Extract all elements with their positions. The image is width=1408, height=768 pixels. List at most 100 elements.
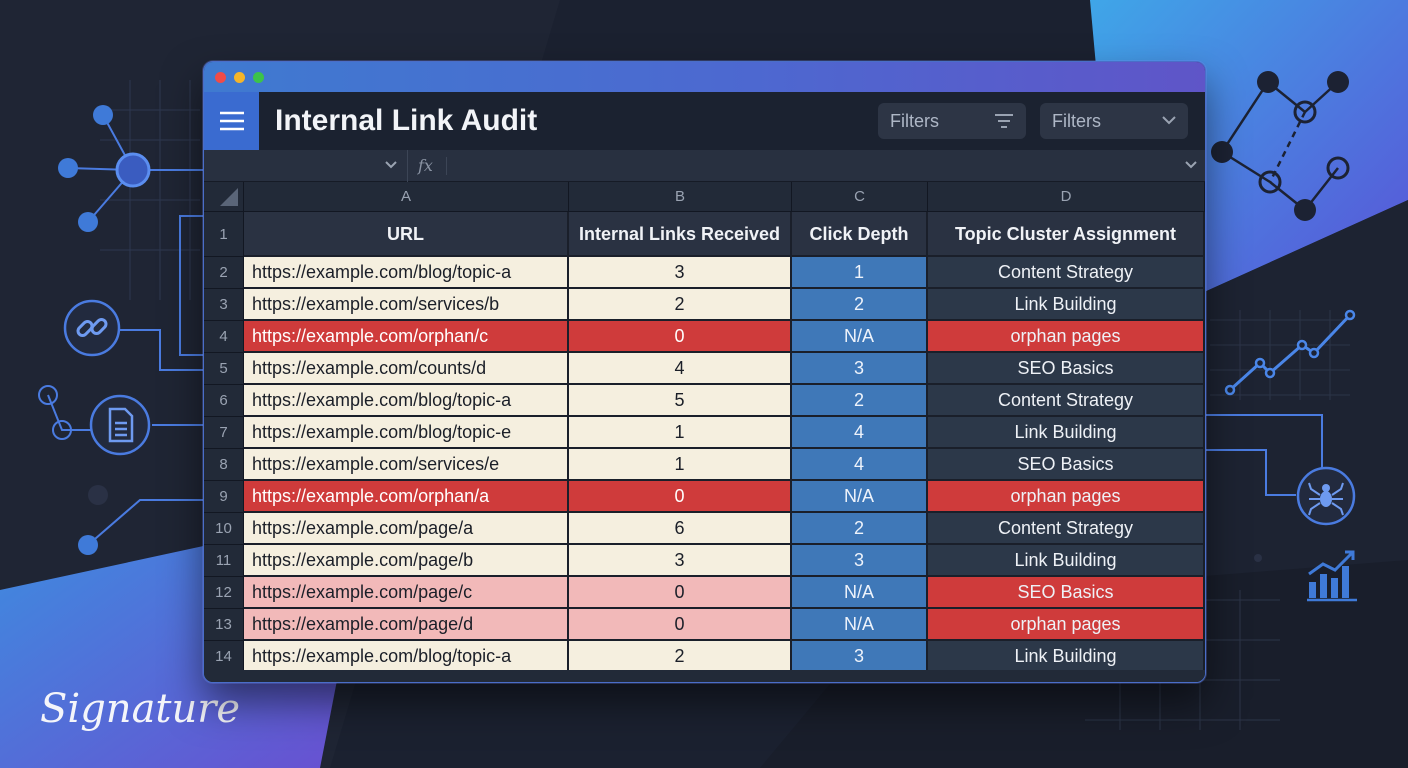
url-cell[interactable]: https://example.com/blog/topic-a xyxy=(244,257,569,289)
select-all-icon xyxy=(220,188,238,206)
row-number[interactable]: 11 xyxy=(204,545,244,577)
cluster-cell[interactable]: SEO Basics xyxy=(928,353,1205,385)
row-number[interactable]: 1 xyxy=(204,212,244,257)
maximize-window-button[interactable] xyxy=(253,72,264,83)
formula-input[interactable] xyxy=(454,150,1164,182)
url-cell[interactable]: https://example.com/page/a xyxy=(244,513,569,545)
row-number[interactable]: 7 xyxy=(204,417,244,449)
minimize-window-button[interactable] xyxy=(234,72,245,83)
url-cell[interactable]: https://example.com/blog/topic-a xyxy=(244,641,569,673)
cluster-cell[interactable]: Content Strategy xyxy=(928,513,1205,545)
grid-footer xyxy=(204,670,1205,682)
filters-dropdown-label: Filters xyxy=(1052,110,1101,131)
depth-cell[interactable]: 3 xyxy=(792,353,928,385)
cluster-cell[interactable]: Content Strategy xyxy=(928,257,1205,289)
row-number[interactable]: 10 xyxy=(204,513,244,545)
url-cell[interactable]: https://example.com/services/e xyxy=(244,449,569,481)
depth-cell[interactable]: 3 xyxy=(792,545,928,577)
links-cell[interactable]: 0 xyxy=(569,321,792,353)
url-cell[interactable]: https://example.com/blog/topic-a xyxy=(244,385,569,417)
url-cell[interactable]: https://example.com/services/b xyxy=(244,289,569,321)
cluster-cell[interactable]: Content Strategy xyxy=(928,385,1205,417)
depth-cell[interactable]: 2 xyxy=(792,289,928,321)
formula-separator xyxy=(446,157,447,175)
signature-text: Signature xyxy=(40,686,240,732)
close-window-button[interactable] xyxy=(215,72,226,83)
links-cell[interactable]: 6 xyxy=(569,513,792,545)
depth-cell[interactable]: 2 xyxy=(792,385,928,417)
cluster-cell[interactable]: Link Building xyxy=(928,289,1205,321)
cluster-cell[interactable]: Link Building xyxy=(928,641,1205,673)
line-chart-icon xyxy=(1224,309,1356,396)
links-cell[interactable]: 0 xyxy=(569,609,792,641)
topic-cluster-header[interactable]: Topic Cluster Assignment xyxy=(928,212,1205,257)
filter-icon xyxy=(995,114,1013,128)
depth-cell[interactable]: N/A xyxy=(792,481,928,513)
bar-chart-icon xyxy=(1307,550,1357,602)
url-cell[interactable]: https://example.com/orphan/a xyxy=(244,481,569,513)
column-header-c[interactable]: C xyxy=(792,182,928,212)
depth-cell[interactable]: N/A xyxy=(792,321,928,353)
url-cell[interactable]: https://example.com/page/b xyxy=(244,545,569,577)
internal-links-header[interactable]: Internal Links Received xyxy=(569,212,792,257)
url-cell[interactable]: https://example.com/page/d xyxy=(244,609,569,641)
click-depth-header[interactable]: Click Depth xyxy=(792,212,928,257)
row-number[interactable]: 4 xyxy=(204,321,244,353)
row-number[interactable]: 9 xyxy=(204,481,244,513)
link-icon xyxy=(63,299,121,357)
depth-cell[interactable]: 2 xyxy=(792,513,928,545)
chevron-down-icon xyxy=(1162,116,1176,125)
links-cell[interactable]: 2 xyxy=(569,641,792,673)
row-number[interactable]: 3 xyxy=(204,289,244,321)
select-all-corner[interactable] xyxy=(204,182,244,212)
depth-cell[interactable]: 3 xyxy=(792,641,928,673)
links-cell[interactable]: 3 xyxy=(569,545,792,577)
links-cell[interactable]: 5 xyxy=(569,385,792,417)
row-number[interactable]: 12 xyxy=(204,577,244,609)
url-cell[interactable]: https://example.com/orphan/c xyxy=(244,321,569,353)
formula-bar: fx xyxy=(204,150,1205,182)
filters-label: Filters xyxy=(890,110,939,131)
spider-icon xyxy=(1296,466,1356,526)
links-cell[interactable]: 0 xyxy=(569,577,792,609)
depth-cell[interactable]: 4 xyxy=(792,449,928,481)
links-cell[interactable]: 0 xyxy=(569,481,792,513)
cluster-cell[interactable]: orphan pages xyxy=(928,609,1205,641)
cluster-cell[interactable]: Link Building xyxy=(928,545,1205,577)
name-box[interactable] xyxy=(204,150,408,182)
column-header-d[interactable]: D xyxy=(928,182,1205,212)
window-titlebar xyxy=(204,62,1205,92)
filters-button[interactable]: Filters xyxy=(878,103,1026,139)
url-cell[interactable]: https://example.com/page/c xyxy=(244,577,569,609)
cluster-cell[interactable]: SEO Basics xyxy=(928,449,1205,481)
menu-icon xyxy=(219,111,244,131)
row-number[interactable]: 6 xyxy=(204,385,244,417)
column-header-a[interactable]: A xyxy=(244,182,569,212)
cluster-cell[interactable]: SEO Basics xyxy=(928,577,1205,609)
links-cell[interactable]: 1 xyxy=(569,417,792,449)
url-header[interactable]: URL xyxy=(244,212,569,257)
links-cell[interactable]: 4 xyxy=(569,353,792,385)
links-cell[interactable]: 1 xyxy=(569,449,792,481)
links-cell[interactable]: 2 xyxy=(569,289,792,321)
row-number[interactable]: 14 xyxy=(204,641,244,673)
links-cell[interactable]: 3 xyxy=(569,257,792,289)
menu-button[interactable] xyxy=(204,92,259,150)
cluster-cell[interactable]: orphan pages xyxy=(928,321,1205,353)
cluster-cell[interactable]: Link Building xyxy=(928,417,1205,449)
url-cell[interactable]: https://example.com/blog/topic-e xyxy=(244,417,569,449)
depth-cell[interactable]: N/A xyxy=(792,577,928,609)
row-number[interactable]: 5 xyxy=(204,353,244,385)
row-number[interactable]: 13 xyxy=(204,609,244,641)
cluster-cell[interactable]: orphan pages xyxy=(928,481,1205,513)
chevron-down-icon[interactable] xyxy=(1185,160,1197,169)
depth-cell[interactable]: 4 xyxy=(792,417,928,449)
row-number[interactable]: 2 xyxy=(204,257,244,289)
column-header-b[interactable]: B xyxy=(569,182,792,212)
url-cell[interactable]: https://example.com/counts/d xyxy=(244,353,569,385)
page-title: Internal Link Audit xyxy=(275,104,538,137)
row-number[interactable]: 8 xyxy=(204,449,244,481)
depth-cell[interactable]: 1 xyxy=(792,257,928,289)
filters-dropdown[interactable]: Filters xyxy=(1040,103,1188,139)
depth-cell[interactable]: N/A xyxy=(792,609,928,641)
